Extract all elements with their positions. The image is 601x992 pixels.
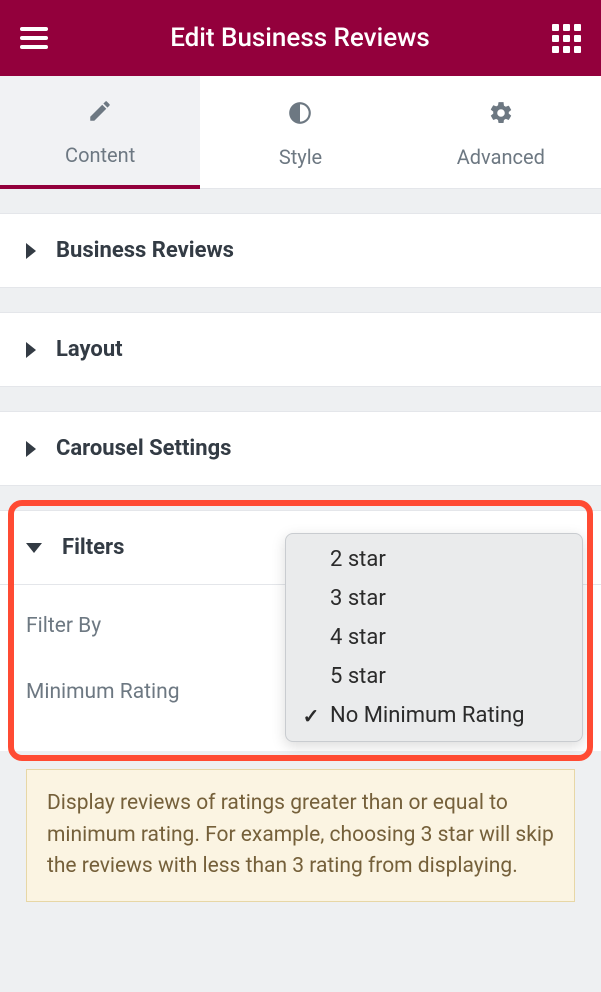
section-title: Filters <box>62 535 124 560</box>
chevron-right-icon <box>26 342 36 358</box>
section-carousel: Carousel Settings <box>0 411 601 486</box>
section-business-reviews: Business Reviews <box>0 213 601 288</box>
chevron-right-icon <box>26 441 36 457</box>
app-header: Edit Business Reviews <box>0 0 601 76</box>
dropdown-option-selected[interactable]: ✓ No Minimum Rating <box>286 696 582 735</box>
dropdown-option-label: No Minimum Rating <box>330 703 525 728</box>
dropdown-option-label: 3 star <box>330 586 386 611</box>
dropdown-option[interactable]: 4 star <box>286 618 582 657</box>
section-title: Business Reviews <box>56 238 234 263</box>
section-layout: Layout <box>0 312 601 387</box>
gear-icon <box>488 100 514 133</box>
section-title: Carousel Settings <box>56 436 231 461</box>
section-filters: Filters Filter By Minimum Rating 2 star … <box>0 510 601 751</box>
dropdown-option[interactable]: 5 star <box>286 657 582 696</box>
dropdown-option-label: 4 star <box>330 625 386 650</box>
tab-label: Content <box>65 143 135 167</box>
header-title: Edit Business Reviews <box>48 23 552 53</box>
minimum-rating-dropdown[interactable]: 2 star 3 star 4 star 5 star ✓ No Minimum… <box>285 533 583 742</box>
chevron-right-icon <box>26 243 36 259</box>
contrast-icon <box>287 100 313 133</box>
section-header-business-reviews[interactable]: Business Reviews <box>0 214 601 287</box>
check-icon: ✓ <box>300 704 322 728</box>
info-box: Display reviews of ratings greater than … <box>26 769 575 902</box>
section-header-carousel[interactable]: Carousel Settings <box>0 412 601 485</box>
panel-body: Business Reviews Layout Carousel Setting… <box>0 213 601 902</box>
section-header-layout[interactable]: Layout <box>0 313 601 386</box>
tab-advanced[interactable]: Advanced <box>401 76 601 188</box>
section-title: Layout <box>56 337 123 362</box>
dropdown-option[interactable]: 3 star <box>286 579 582 618</box>
apps-grid-icon[interactable] <box>552 24 581 53</box>
tab-label: Advanced <box>457 145 545 169</box>
tab-label: Style <box>279 145 322 169</box>
dropdown-option[interactable]: 2 star <box>286 540 582 579</box>
chevron-down-icon <box>26 543 42 553</box>
dropdown-option-label: 5 star <box>330 664 386 689</box>
tab-content[interactable]: Content <box>0 76 200 189</box>
pencil-icon <box>87 98 113 131</box>
tab-style[interactable]: Style <box>200 76 400 188</box>
info-text: Display reviews of ratings greater than … <box>47 791 554 878</box>
highlighted-region: Filters Filter By Minimum Rating 2 star … <box>0 510 601 751</box>
field-label: Minimum Rating <box>26 680 180 704</box>
tabs-bar: Content Style Advanced <box>0 76 601 189</box>
field-label: Filter By <box>26 614 101 638</box>
dropdown-option-label: 2 star <box>330 547 386 572</box>
menu-icon[interactable] <box>20 27 48 49</box>
